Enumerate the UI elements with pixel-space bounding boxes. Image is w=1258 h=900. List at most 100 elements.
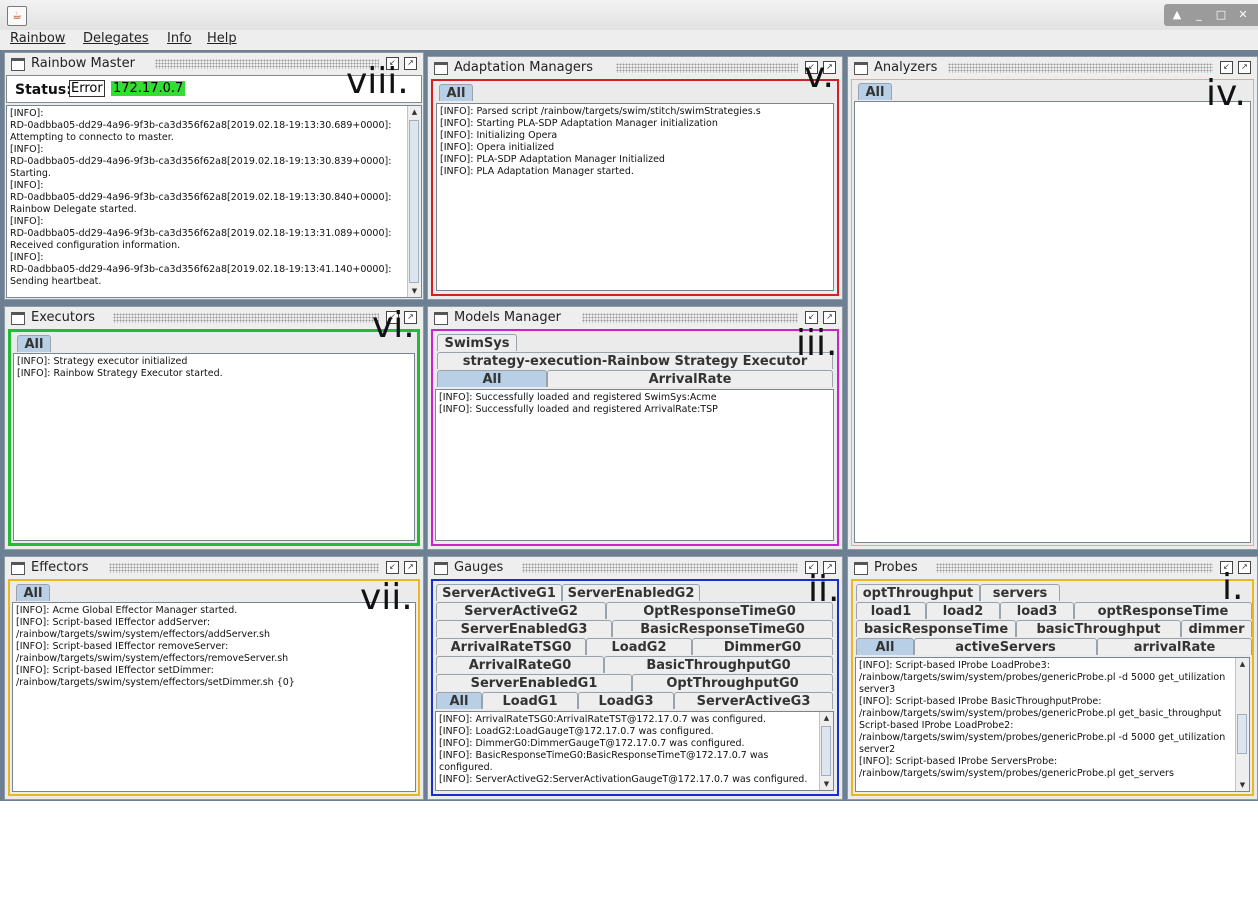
frame-titlebar[interactable]: Models Manager ↙ ↗ xyxy=(428,307,842,329)
executors-frame[interactable]: Executors ↙ ↗ All [INFO]: Strategy execu… xyxy=(4,306,424,550)
tab-gauge[interactable]: ServerEnabledG3 xyxy=(436,620,612,637)
vertical-scrollbar[interactable]: ▲ ▼ xyxy=(819,712,833,790)
scroll-down-icon[interactable]: ▼ xyxy=(1236,779,1249,791)
scroll-down-icon[interactable]: ▼ xyxy=(408,285,421,297)
keep-above-icon[interactable]: ▲ xyxy=(1166,4,1188,26)
iconify-icon[interactable]: ↙ xyxy=(386,561,399,574)
frame-titlebar[interactable]: Probes ↙ ↗ xyxy=(848,557,1257,579)
log-line: /rainbow/targets/swim/system/probes/gene… xyxy=(859,732,1226,743)
tab-probe[interactable]: basicThroughput xyxy=(1016,620,1181,637)
tab-probe[interactable]: servers xyxy=(980,584,1060,601)
scroll-down-icon[interactable]: ▼ xyxy=(820,778,833,790)
log-line: Received configuration information. xyxy=(10,240,181,251)
tab-all[interactable]: All xyxy=(17,335,51,352)
executors-log[interactable]: [INFO]: Strategy executor initialized [IN… xyxy=(13,353,415,541)
models-manager-frame[interactable]: Models Manager ↙ ↗ SwimSys strategy-exec… xyxy=(427,306,843,550)
tab-probe[interactable]: load1 xyxy=(856,602,926,619)
window-titlebar[interactable]: ☕ ▲ _ □ ✕ xyxy=(0,0,1258,31)
frame-content: All [INFO]: Acme Global Effector Manager… xyxy=(8,579,420,796)
frame-titlebar[interactable]: Gauges ↙ ↗ xyxy=(428,557,842,579)
log-line: [INFO]: xyxy=(10,216,44,227)
tab-gauge[interactable]: OptResponseTimeG0 xyxy=(606,602,833,619)
tab-gauge[interactable]: ArrivalRateTSG0 xyxy=(436,638,586,655)
annotation-label: iii. xyxy=(796,323,838,364)
tab-all[interactable]: All xyxy=(16,584,50,601)
adaptation-log[interactable]: [INFO]: Parsed script /rainbow/targets/s… xyxy=(436,103,834,291)
tab-gauge[interactable]: ServerActiveG2 xyxy=(436,602,606,619)
vertical-scrollbar[interactable]: ▲ ▼ xyxy=(407,106,421,297)
scroll-thumb[interactable] xyxy=(821,726,831,776)
gauges-log[interactable]: [INFO]: ArrivalRateTSG0:ArrivalRateTST@1… xyxy=(435,711,834,791)
tab-probe[interactable]: dimmer xyxy=(1181,620,1252,637)
menu-delegates[interactable]: Delegates xyxy=(83,31,149,46)
probes-log[interactable]: [INFO]: Script-based IProbe LoadProbe3: /… xyxy=(855,657,1250,792)
tab-probe[interactable]: load3 xyxy=(1000,602,1074,619)
tab-all[interactable]: All xyxy=(439,84,473,101)
master-log[interactable]: [INFO]: RD-0adbba05-dd29-4a96-9f3b-ca3d35… xyxy=(6,105,422,298)
menu-help[interactable]: Help xyxy=(207,31,237,46)
tab-strategy-execution[interactable]: strategy-execution-Rainbow Strategy Exec… xyxy=(437,352,833,369)
scroll-up-icon[interactable]: ▲ xyxy=(1236,658,1249,670)
log-line: RD-0adbba05-dd29-4a96-9f3b-ca3d356f62a8[… xyxy=(10,192,392,203)
tab-gauge[interactable]: ServerActiveG3 xyxy=(674,692,833,709)
log-line: [INFO]: Initializing Opera xyxy=(440,130,558,141)
tab-all[interactable]: All xyxy=(436,692,482,709)
effectors-log[interactable]: [INFO]: Acme Global Effector Manager sta… xyxy=(12,602,416,792)
analyzers-log[interactable] xyxy=(854,101,1251,543)
frame-content: optThroughput servers load1 load2 load3 … xyxy=(851,579,1254,796)
tab-gauge[interactable]: BasicThroughputG0 xyxy=(604,656,833,673)
tab-gauge[interactable]: ServerEnabledG1 xyxy=(436,674,632,691)
log-line: /rainbow/targets/swim/system/effectors/a… xyxy=(16,629,270,640)
tab-probe[interactable]: optThroughput xyxy=(856,584,980,601)
log-line: server3 xyxy=(859,684,896,695)
frame-titlebar[interactable]: Analyzers ↙ ↗ xyxy=(848,57,1257,79)
frame-titlebar[interactable]: Adaptation Managers ↙ ↗ xyxy=(428,57,842,79)
log-line: RD-0adbba05-dd29-4a96-9f3b-ca3d356f62a8[… xyxy=(10,264,392,275)
minimize-icon[interactable]: _ xyxy=(1188,4,1210,26)
analyzers-frame[interactable]: Analyzers ↙ ↗ All xyxy=(847,56,1258,550)
gauges-frame[interactable]: Gauges ↙ ↗ ServerActiveG1 ServerEnabledG… xyxy=(427,556,843,800)
maximize-frame-icon[interactable]: ↗ xyxy=(404,561,417,574)
frame-content: SwimSys strategy-execution-Rainbow Strat… xyxy=(431,329,839,546)
menu-rainbow[interactable]: Rainbow xyxy=(10,31,65,46)
tab-all[interactable]: All xyxy=(858,83,892,100)
log-line: [INFO]: Rainbow Strategy Executor starte… xyxy=(17,368,223,379)
tab-probe[interactable]: basicResponseTime xyxy=(856,620,1016,637)
log-line: [INFO]: Opera initialized xyxy=(440,142,555,153)
log-line: Script-based IProbe LoadProbe2: xyxy=(859,720,1014,731)
log-line: [INFO]: xyxy=(10,180,44,191)
close-icon[interactable]: ✕ xyxy=(1232,4,1254,26)
tab-gauge[interactable]: BasicResponseTimeG0 xyxy=(612,620,833,637)
scroll-thumb[interactable] xyxy=(409,120,419,283)
tab-probe[interactable]: arrivalRate xyxy=(1097,638,1252,655)
tab-probe[interactable]: load2 xyxy=(926,602,1000,619)
menu-info[interactable]: Info xyxy=(167,31,192,46)
vertical-scrollbar[interactable]: ▲ ▼ xyxy=(1235,658,1249,791)
log-line: [INFO]: Strategy executor initialized xyxy=(17,356,188,367)
models-log[interactable]: [INFO]: Successfully loaded and register… xyxy=(435,389,834,541)
scroll-up-icon[interactable]: ▲ xyxy=(820,712,833,724)
frame-titlebar[interactable]: Executors ↙ ↗ xyxy=(5,307,423,329)
tab-arrivalrate[interactable]: ArrivalRate xyxy=(547,370,833,387)
tab-probe[interactable]: activeServers xyxy=(914,638,1097,655)
scroll-thumb[interactable] xyxy=(1237,714,1247,754)
scroll-up-icon[interactable]: ▲ xyxy=(408,106,421,118)
tab-gauge[interactable]: LoadG2 xyxy=(586,638,692,655)
tab-gauge[interactable]: OptThroughputG0 xyxy=(632,674,833,691)
adaptation-managers-frame[interactable]: Adaptation Managers ↙ ↗ All [INFO]: Pars… xyxy=(427,56,843,300)
log-line: RD-0adbba05-dd29-4a96-9f3b-ca3d356f62a8[… xyxy=(10,120,392,131)
tab-swimsys[interactable]: SwimSys xyxy=(437,334,517,351)
maximize-icon[interactable]: □ xyxy=(1210,4,1232,26)
tab-gauge[interactable]: ServerActiveG1 xyxy=(436,584,562,601)
tab-gauge[interactable]: ArrivalRateG0 xyxy=(436,656,604,673)
tab-gauge[interactable]: LoadG3 xyxy=(578,692,674,709)
log-line: [INFO]: DimmerG0:DimmerGaugeT@172.17.0.7… xyxy=(439,738,745,749)
tab-all[interactable]: All xyxy=(437,370,547,387)
tab-all[interactable]: All xyxy=(856,638,914,655)
tab-gauge[interactable]: DimmerG0 xyxy=(692,638,833,655)
tab-gauge[interactable]: LoadG1 xyxy=(482,692,578,709)
probes-frame[interactable]: Probes ↙ ↗ optThroughput servers load1 l… xyxy=(847,556,1258,800)
tab-gauge[interactable]: ServerEnabledG2 xyxy=(562,584,700,601)
log-line: /rainbow/targets/swim/system/probes/gene… xyxy=(859,672,1226,683)
frame-titlebar[interactable]: Effectors ↙ ↗ xyxy=(5,557,423,579)
